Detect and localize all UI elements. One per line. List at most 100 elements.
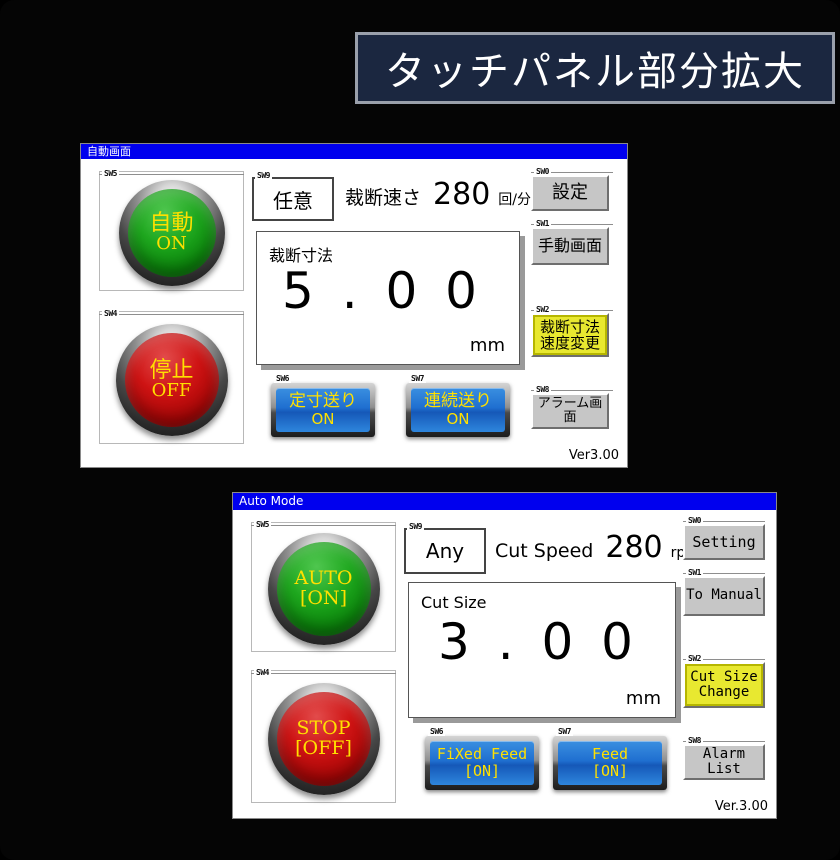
button-line2: ON bbox=[446, 410, 470, 429]
sw-label-sw2-jp: SW2 bbox=[534, 305, 551, 314]
cut-size-label-en: Cut Size bbox=[421, 593, 487, 612]
button-face: 定寸送り ON bbox=[276, 388, 370, 432]
cut-size-display-en[interactable]: Cut Size 3 . 0 0 mm bbox=[408, 582, 676, 718]
sw-label-sw2-en: SW2 bbox=[686, 654, 703, 663]
button-line2: ON bbox=[311, 410, 335, 429]
sw-label-sw1-jp: SW1 bbox=[534, 219, 551, 228]
continuous-feed-button-jp[interactable]: 連続送り ON bbox=[406, 383, 510, 437]
setting-button-jp[interactable]: 設定 bbox=[531, 175, 609, 211]
lamp-line2: OFF bbox=[151, 379, 192, 401]
version-label-jp: Ver3.00 bbox=[568, 448, 619, 463]
mode-group-sw9-en: SW9 Any bbox=[404, 522, 486, 574]
cut-speed-value-en: 280 bbox=[605, 530, 663, 565]
sw-label-sw9-en: SW9 bbox=[407, 522, 424, 531]
button-line1: 連続送り bbox=[424, 390, 492, 411]
button-face: 連続送り ON bbox=[411, 388, 505, 432]
cut-size-display-jp[interactable]: 裁断寸法 5 . 0 0 mm bbox=[256, 231, 520, 365]
button-line1: Feed bbox=[591, 744, 629, 763]
cut-size-value-en: 3 . 0 0 bbox=[437, 613, 639, 671]
lamp-line1: STOP bbox=[296, 716, 351, 739]
sw-label-sw0-en: SW0 bbox=[686, 516, 703, 525]
cut-size-unit-jp: mm bbox=[469, 335, 505, 356]
cut-size-unit-en: mm bbox=[625, 688, 661, 709]
group-line bbox=[99, 174, 244, 175]
cut-size-change-button-jp[interactable]: 裁断寸法 速度変更 bbox=[531, 313, 609, 357]
header-banner-title: タッチパネル部分拡大 bbox=[385, 49, 805, 95]
sw-label-sw4-en: SW4 bbox=[254, 668, 271, 677]
group-line bbox=[251, 525, 396, 526]
button-face: Feed [ON] bbox=[558, 741, 662, 785]
sw-label-sw8-jp: SW8 bbox=[534, 385, 551, 394]
sw-label-sw8-en: SW8 bbox=[686, 736, 703, 745]
sw-label-sw6-en: SW6 bbox=[428, 727, 445, 736]
button-line1: 裁断寸法 bbox=[539, 317, 600, 336]
button-line1: FiXed Feed bbox=[436, 744, 528, 763]
cut-speed-label-en: Cut Speed bbox=[495, 540, 594, 562]
lamp-wrap: STOP [OFF] bbox=[251, 678, 396, 799]
to-manual-button-jp[interactable]: 手動画面 bbox=[531, 227, 609, 265]
sw-label-sw7-en: SW7 bbox=[556, 727, 573, 736]
button-line1: 定寸送り bbox=[289, 390, 357, 411]
lamp-line2: [ON] bbox=[299, 587, 348, 609]
cut-size-change-button-en[interactable]: Cut Size Change bbox=[683, 662, 765, 708]
touch-panel-japanese: 自動画面 SW5 自動 ON SW4 停止 OFF SW9 任意 裁断速さ 28… bbox=[80, 143, 628, 468]
button-label: 設定 bbox=[552, 182, 588, 204]
button-line2: [ON] bbox=[463, 762, 501, 780]
button-label: アラーム画面 bbox=[537, 395, 603, 425]
lamp-face: 停止 OFF bbox=[124, 332, 219, 427]
sw-label-sw9-jp: SW9 bbox=[255, 171, 272, 180]
sw-label-sw7-jp: SW7 bbox=[409, 374, 426, 383]
fixed-feed-button-en[interactable]: FiXed Feed [ON] bbox=[425, 736, 539, 790]
button-face: FiXed Feed [ON] bbox=[430, 741, 534, 785]
sw-label-sw5-en: SW5 bbox=[254, 520, 271, 529]
lamp-wrap: 停止 OFF bbox=[99, 319, 244, 440]
mode-select-en[interactable]: Any bbox=[404, 528, 486, 574]
setting-button-en[interactable]: Setting bbox=[683, 524, 765, 560]
group-line bbox=[251, 673, 396, 674]
auto-on-button-en[interactable]: AUTO [ON] bbox=[267, 533, 380, 645]
mode-group-sw9-jp: SW9 任意 bbox=[252, 171, 334, 221]
button-line2: Change bbox=[698, 684, 750, 700]
lamp-face: AUTO [ON] bbox=[276, 542, 371, 636]
mode-select-jp[interactable]: 任意 bbox=[252, 177, 334, 221]
lamp-line1: 停止 bbox=[149, 357, 194, 383]
lamp-group-sw5-en: SW5 AUTO [ON] bbox=[251, 520, 396, 652]
lamp-wrap: 自動 ON bbox=[99, 179, 244, 287]
cut-size-value-jp: 5 . 0 0 bbox=[281, 262, 483, 320]
lamp-group-sw4-jp: SW4 停止 OFF bbox=[99, 309, 244, 444]
panel-titlebar-jp: 自動画面 bbox=[81, 144, 627, 159]
panel-screen-en: SW5 AUTO [ON] SW4 STOP [OFF] SW9 Any Cut… bbox=[233, 510, 776, 818]
alarm-list-button-jp[interactable]: アラーム画面 bbox=[531, 393, 609, 429]
stop-off-button-en[interactable]: STOP [OFF] bbox=[267, 682, 380, 795]
lamp-line2: [OFF] bbox=[295, 736, 352, 759]
lamp-group-sw4-en: SW4 STOP [OFF] bbox=[251, 668, 396, 803]
lamp-wrap: AUTO [ON] bbox=[251, 530, 396, 648]
sw-label-sw1-en: SW1 bbox=[686, 568, 703, 577]
cut-speed-label-jp: 裁断速さ bbox=[345, 187, 422, 209]
fixed-feed-button-jp[interactable]: 定寸送り ON bbox=[271, 383, 375, 437]
auto-on-button-jp[interactable]: 自動 ON bbox=[118, 180, 225, 286]
sw-label-sw6-jp: SW6 bbox=[274, 374, 291, 383]
lamp-line1: 自動 bbox=[149, 211, 194, 236]
lamp-group-sw5-jp: SW5 自動 ON bbox=[99, 169, 244, 291]
button-line2: 速度変更 bbox=[539, 334, 600, 352]
to-manual-button-en[interactable]: To Manual bbox=[683, 576, 765, 616]
button-line1: Cut Size bbox=[690, 668, 758, 685]
header-banner: タッチパネル部分拡大 bbox=[355, 32, 835, 104]
cut-speed-readout-en: Cut Speed 280 rpm bbox=[495, 530, 699, 565]
group-line bbox=[99, 314, 244, 315]
stop-off-button-jp[interactable]: 停止 OFF bbox=[115, 323, 228, 436]
button-label: 手動画面 bbox=[537, 236, 602, 256]
button-label: Alarm List bbox=[702, 745, 746, 777]
feed-button-en[interactable]: Feed [ON] bbox=[553, 736, 667, 790]
touch-panel-english: Auto Mode SW5 AUTO [ON] SW4 STOP [OFF] S… bbox=[232, 492, 777, 819]
button-label: Setting bbox=[692, 532, 756, 551]
panel-screen-jp: SW5 自動 ON SW4 停止 OFF SW9 任意 裁断速さ 280 回/分… bbox=[81, 159, 627, 467]
cut-speed-unit-jp: 回/分 bbox=[498, 192, 531, 208]
lamp-line2: ON bbox=[156, 233, 187, 255]
panel-titlebar-en: Auto Mode bbox=[233, 493, 776, 510]
sw-label-sw5-jp: SW5 bbox=[102, 169, 119, 178]
alarm-list-button-en[interactable]: Alarm List bbox=[683, 744, 765, 780]
lamp-face: 自動 ON bbox=[127, 189, 216, 277]
sw-label-sw4-jp: SW4 bbox=[102, 309, 119, 318]
